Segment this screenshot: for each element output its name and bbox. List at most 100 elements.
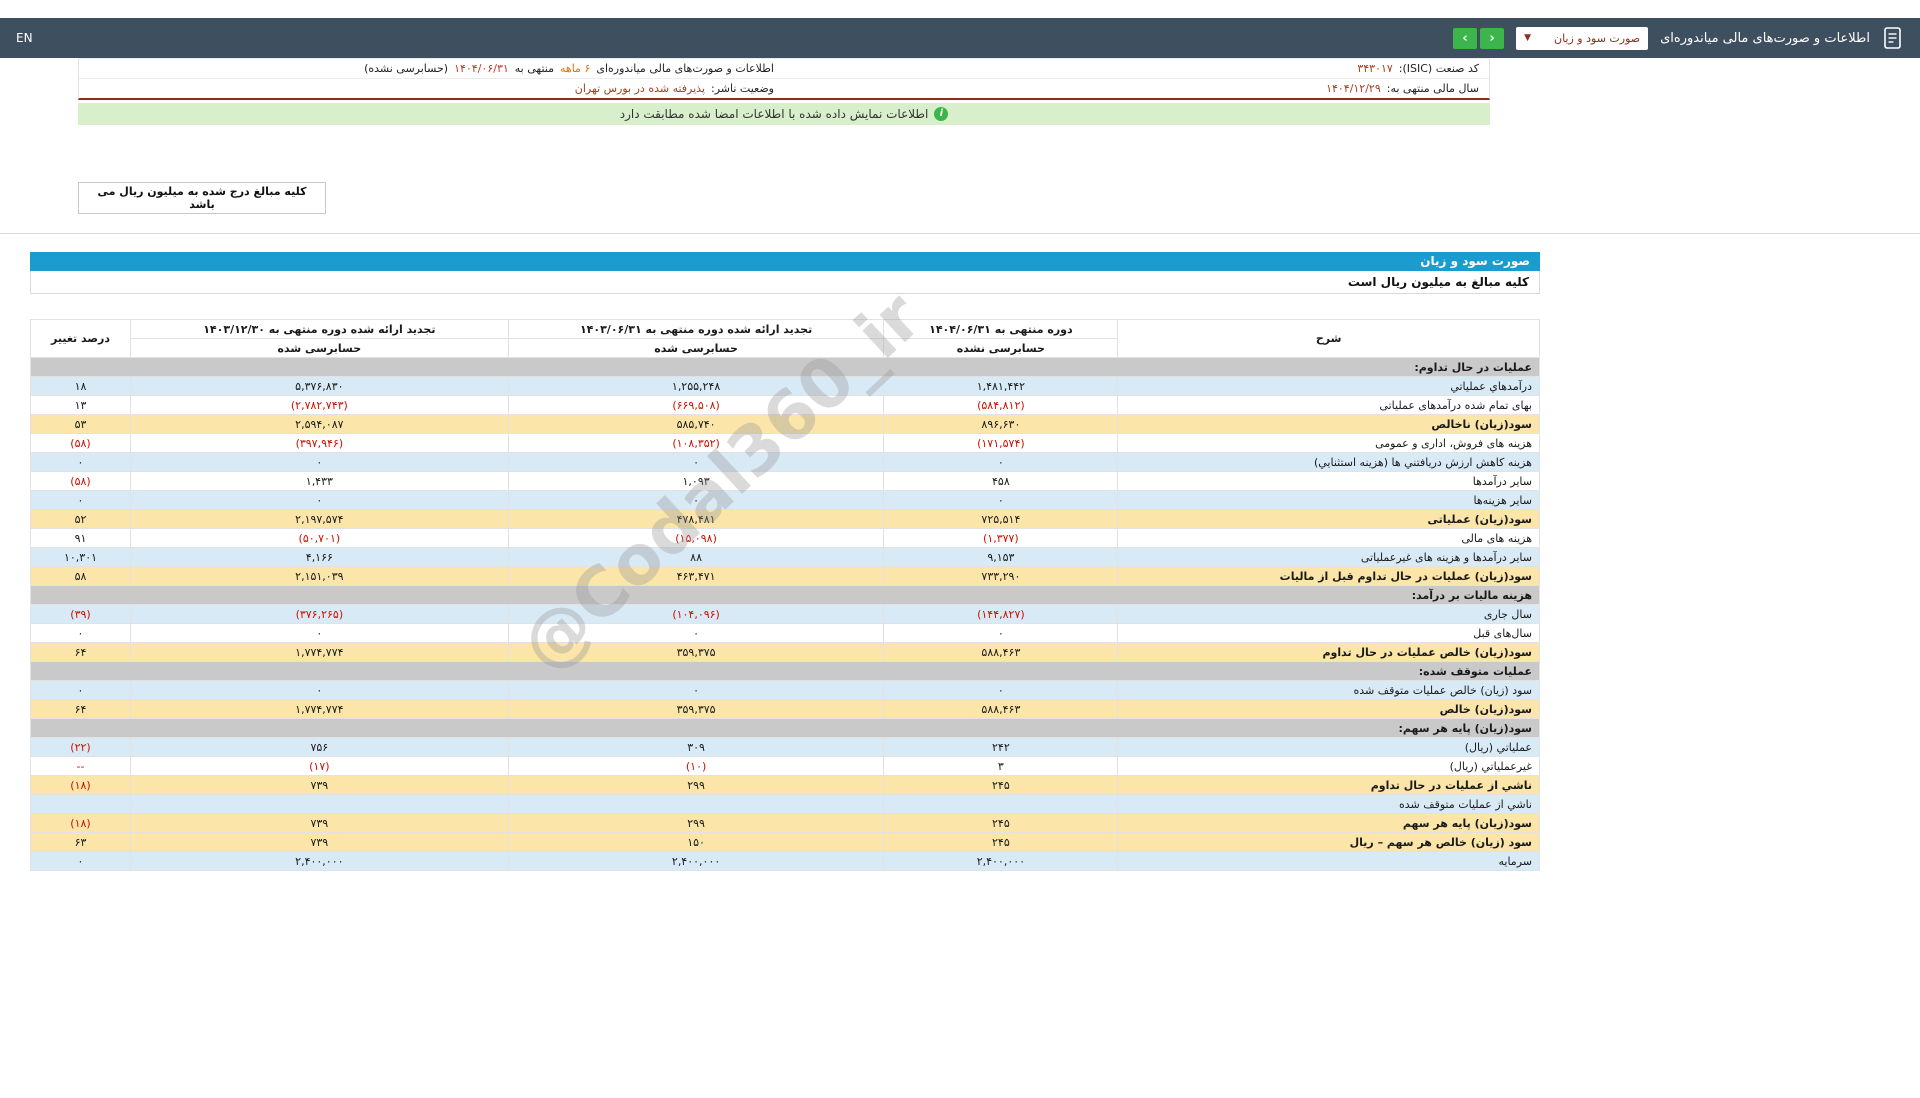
row-value-v2: ۱,۲۵۵,۲۴۸ [508, 377, 884, 396]
report-period-date: ۱۴۰۴/۰۶/۳۱ [454, 62, 509, 75]
table-row: سایر هزینه‌ها۰۰۰۰ [31, 491, 1540, 510]
row-value-v1: ۹,۱۵۳ [884, 548, 1118, 567]
row-value-v3 [130, 795, 508, 814]
row-value-v3: ۰ [130, 453, 508, 472]
row-value-v1: (۵۸۴,۸۱۲) [884, 396, 1118, 415]
row-value-chg: ۰ [31, 852, 131, 871]
row-value-v1: (۱۷۱,۵۷۴) [884, 434, 1118, 453]
section-row: هزينه ماليات بر درآمد: [31, 586, 1540, 605]
row-value-chg: (۵۸) [31, 472, 131, 491]
row-label: سایر هزینه‌ها [1118, 491, 1540, 510]
row-value-v2: ۳۵۹,۳۷۵ [508, 700, 884, 719]
row-value-v3: ۲,۴۰۰,۰۰۰ [130, 852, 508, 871]
row-value-v3: ۰ [130, 624, 508, 643]
row-value-v2: ۴۶۳,۴۷۱ [508, 567, 884, 586]
report-period-length: ۶ ماهه [560, 62, 590, 75]
row-value-v2: (۱۰۴,۰۹۶) [508, 605, 884, 624]
header-audit-status-prior-year: حسابرسی شده [130, 339, 508, 358]
row-label: سود(زيان) خالص عمليات در حال تداوم [1118, 643, 1540, 662]
row-label: سود(زيان) خالص [1118, 700, 1540, 719]
row-label: غيرعملياتي (ريال) [1118, 757, 1540, 776]
isic-label: کد صنعت (ISIC): [1399, 62, 1479, 75]
table-row: هزينه کاهش ارزش دريافتني ها (هزينه استثن… [31, 453, 1540, 472]
row-value-v1: ۷۳۳,۲۹۰ [884, 567, 1118, 586]
row-value-chg: ۵۳ [31, 415, 131, 434]
row-value-v2: ۲۹۹ [508, 776, 884, 795]
header-period-prior-year: تجدید ارائه شده دوره منتهی به ۱۴۰۳/۱۲/۳۰ [130, 320, 508, 339]
income-statement-section: صورت سود و زیان کلیه مبالغ به میلیون ریا… [30, 252, 1540, 871]
statement-title-bar: صورت سود و زیان [30, 252, 1540, 271]
row-value-v2: ۲,۴۰۰,۰۰۰ [508, 852, 884, 871]
header-description: شرح [1118, 320, 1540, 358]
row-value-v3: ۷۳۹ [130, 814, 508, 833]
row-value-chg: (۲۲) [31, 738, 131, 757]
row-value-v1: ۰ [884, 453, 1118, 472]
statement-type-dropdown[interactable]: صورت سود و زیان ▼ [1516, 27, 1648, 50]
table-row: غيرعملياتي (ريال)۳(۱۰)(۱۷)-- [31, 757, 1540, 776]
row-value-chg: ۱۳ [31, 396, 131, 415]
company-info-row: سال مالی منتهی به: ۱۴۰۴/۱۲/۲۹ وضعیت ناشر… [79, 79, 1489, 98]
row-value-v2: ۰ [508, 624, 884, 643]
company-info-row: کد صنعت (ISIC): ۳۴۳۰۱۷ اطلاعات و صورت‌ها… [79, 59, 1489, 79]
statement-table-header: شرح دوره منتهی به ۱۴۰۴/۰۶/۳۱ تجدید ارائه… [31, 320, 1540, 358]
row-value-chg: -- [31, 757, 131, 776]
table-row: سود (زيان) خالص عمليات متوقف شده۰۰۰۰ [31, 681, 1540, 700]
row-label: سود (زيان) خالص هر سهم – ريال [1118, 833, 1540, 852]
row-label: سال‌های قبل [1118, 624, 1540, 643]
row-value-v1: ۲۴۵ [884, 833, 1118, 852]
row-value-v3: ۲,۱۹۷,۵۷۴ [130, 510, 508, 529]
header-period-current: دوره منتهی به ۱۴۰۴/۰۶/۳۱ [884, 320, 1118, 339]
row-label: هزينه کاهش ارزش دريافتني ها (هزينه استثن… [1118, 453, 1540, 472]
table-row: هزينه های مالی(۱,۳۷۷)(۱۵,۰۹۸)(۵۰,۷۰۱)۹۱ [31, 529, 1540, 548]
english-language-link[interactable]: EN [16, 31, 33, 45]
previous-period-button[interactable]: ‹ [1453, 28, 1477, 49]
row-label: بهای تمام شده درآمدهای عملیاتی [1118, 396, 1540, 415]
row-label: سود(زيان) ناخالص [1118, 415, 1540, 434]
row-label: سود(زيان) عمليات در حال تداوم قبل از مال… [1118, 567, 1540, 586]
row-value-v2: ۳۵۹,۳۷۵ [508, 643, 884, 662]
row-value-chg: ۱۸ [31, 377, 131, 396]
row-label: سرمایه [1118, 852, 1540, 871]
financial-statement-icon [1882, 26, 1904, 50]
table-row: سود(زيان) خالص عمليات در حال تداوم۵۸۸,۴۶… [31, 643, 1540, 662]
table-row: بهای تمام شده درآمدهای عملیاتی(۵۸۴,۸۱۲)(… [31, 396, 1540, 415]
chevron-down-icon: ▼ [1524, 33, 1531, 43]
row-value-v3: ۱,۴۳۳ [130, 472, 508, 491]
row-value-v3: ۱,۷۷۴,۷۷۴ [130, 700, 508, 719]
section-row: سود(زيان) پايه هر سهم: [31, 719, 1540, 738]
header-percent-change: درصد تغییر [31, 320, 131, 358]
table-row: سود (زيان) خالص هر سهم – ريال۲۴۵۱۵۰۷۳۹۶۳ [31, 833, 1540, 852]
row-value-chg: (۱۸) [31, 814, 131, 833]
row-value-v2: ۲۹۹ [508, 814, 884, 833]
row-value-v2: ۸۸ [508, 548, 884, 567]
row-value-chg: (۳۹) [31, 605, 131, 624]
row-value-chg: ۶۴ [31, 700, 131, 719]
row-value-v3: ۷۵۶ [130, 738, 508, 757]
table-row: ناشي از عمليات متوقف شده [31, 795, 1540, 814]
fiscal-year-cell: سال مالی منتهی به: ۱۴۰۴/۱۲/۲۹ [784, 79, 1489, 98]
next-period-button[interactable]: › [1480, 28, 1504, 49]
table-row: سرمایه۲,۴۰۰,۰۰۰۲,۴۰۰,۰۰۰۲,۴۰۰,۰۰۰۰ [31, 852, 1540, 871]
row-value-v3: (۵۰,۷۰۱) [130, 529, 508, 548]
row-value-chg: ۹۱ [31, 529, 131, 548]
row-value-chg: ۰ [31, 491, 131, 510]
row-label: عملياتي (ريال) [1118, 738, 1540, 757]
row-value-v2: (۱۵,۰۹۸) [508, 529, 884, 548]
row-value-v2: ۴۷۸,۴۸۱ [508, 510, 884, 529]
table-row: سال جاری(۱۴۴,۸۲۷)(۱۰۴,۰۹۶)(۳۷۶,۲۶۵)(۳۹) [31, 605, 1540, 624]
row-value-v2: ۰ [508, 491, 884, 510]
section-label: هزينه ماليات بر درآمد: [31, 586, 1540, 605]
row-value-v3: ۱,۷۷۴,۷۷۴ [130, 643, 508, 662]
report-period-label: اطلاعات و صورت‌های مالی میاندوره‌ای [596, 62, 774, 75]
row-value-v2 [508, 795, 884, 814]
row-value-v2: (۶۶۹,۵۰۸) [508, 396, 884, 415]
statement-table-body: عملیات در حال تداوم:درآمدهاي عملياتي۱,۴۸… [31, 358, 1540, 871]
row-value-v2: ۱,۰۹۳ [508, 472, 884, 491]
row-value-v1: ۲۴۵ [884, 776, 1118, 795]
row-value-v2: ۳۰۹ [508, 738, 884, 757]
section-row: عملیات متوقف شده: [31, 662, 1540, 681]
table-row: سود(زيان) عمليات در حال تداوم قبل از مال… [31, 567, 1540, 586]
row-value-v1: ۰ [884, 681, 1118, 700]
row-value-v1: (۱۴۴,۸۲۷) [884, 605, 1118, 624]
table-row: سود(زيان) عملياتی۷۲۵,۵۱۴۴۷۸,۴۸۱۲,۱۹۷,۵۷۴… [31, 510, 1540, 529]
